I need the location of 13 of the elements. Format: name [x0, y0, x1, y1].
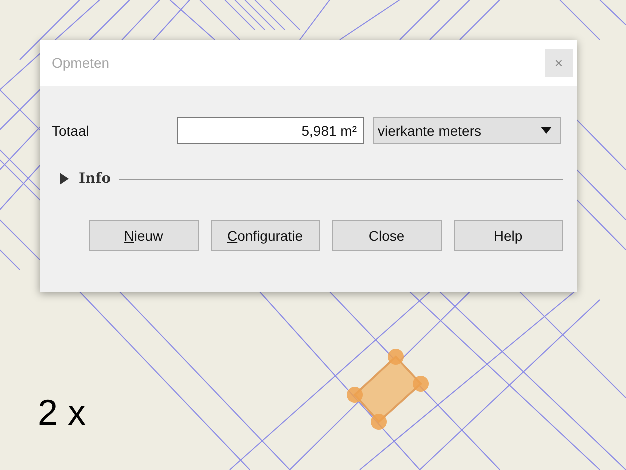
window-title: Opmeten	[52, 55, 110, 71]
expand-arrow-icon	[60, 173, 69, 185]
info-expander[interactable]: Info	[52, 171, 112, 187]
dropdown-arrow-icon	[541, 127, 552, 134]
zoom-label: 2 x	[38, 392, 86, 434]
dialog-button[interactable]: Close	[332, 220, 442, 251]
dialog-button[interactable]: Configuratie	[210, 220, 320, 251]
dialog-button[interactable]: Nieuw	[89, 220, 198, 251]
dialog-button[interactable]: Help	[454, 220, 563, 251]
map-canvas[interactable]	[0, 0, 626, 470]
total-value-field[interactable]: 5,981 m²	[177, 117, 364, 144]
total-label: Totaal	[52, 122, 90, 138]
unit-dropdown[interactable]: vierkante meters	[373, 117, 561, 144]
